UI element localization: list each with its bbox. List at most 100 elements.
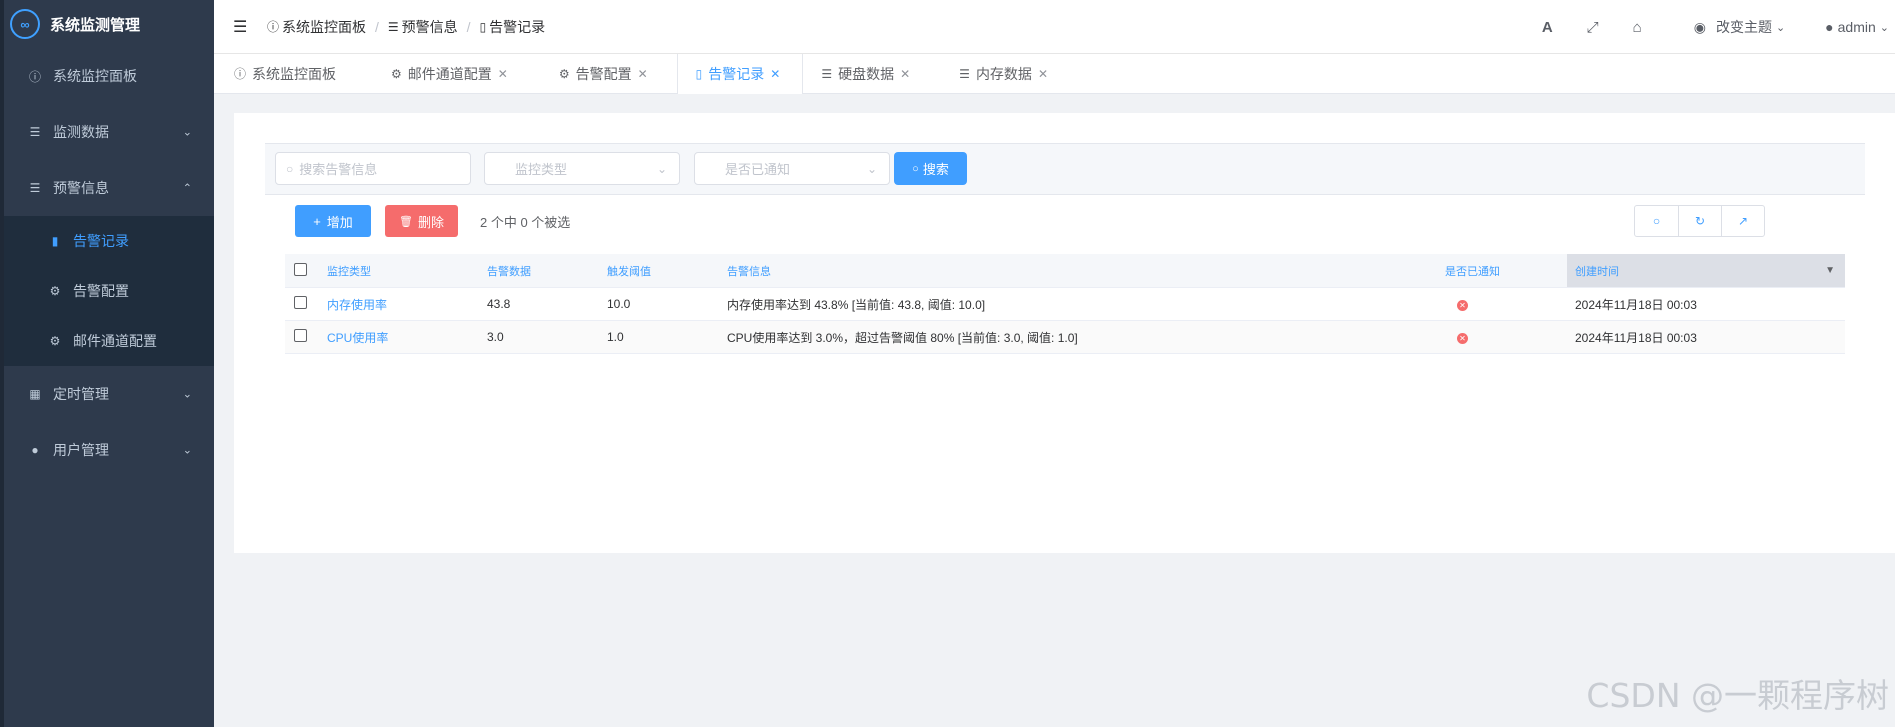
chevron-down-icon: ⌄ bbox=[656, 161, 667, 176]
sidebar-submenu-alert: ▮ 告警记录 ⚙ 告警配置 ⚙ 邮件通道配置 bbox=[0, 216, 214, 366]
sidebar-item-users[interactable]: ● 用户管理 ⌄ bbox=[0, 422, 214, 478]
breadcrumb-item[interactable]: 预警信息 bbox=[402, 17, 458, 37]
sidebar-item-label: 告警配置 bbox=[73, 283, 129, 299]
tab-mail-config[interactable]: ⚙ 邮件通道配置 ✕ bbox=[373, 54, 541, 93]
tab-alert-records[interactable]: ▯ 告警记录 ✕ bbox=[676, 54, 804, 94]
monitor-type-select[interactable]: 监控类型 ⌄ bbox=[484, 152, 680, 185]
refresh-icon[interactable]: ↻ bbox=[1678, 206, 1721, 236]
row-checkbox[interactable] bbox=[294, 329, 307, 342]
monitor-type-text: 内存使用率 bbox=[327, 297, 388, 312]
add-button-label: 增加 bbox=[326, 214, 353, 230]
created-time-cell: 2024年11月18日 00:03 bbox=[1575, 330, 1697, 345]
column-header[interactable]: 监控类型 bbox=[319, 263, 479, 279]
not-notified-icon: ✕ bbox=[1457, 333, 1468, 344]
sidebar-item-alert-info[interactable]: ☰ 预警信息 ⌃ bbox=[0, 160, 214, 216]
tab-memory-data[interactable]: ☰ 内存数据 ✕ bbox=[941, 54, 1067, 93]
search-button-label: 搜索 bbox=[922, 162, 949, 177]
close-icon[interactable]: ✕ bbox=[1038, 67, 1048, 81]
created-time-cell: 2024年11月18日 00:03 bbox=[1575, 297, 1697, 312]
column-header[interactable]: 触发阈值 bbox=[599, 263, 719, 279]
close-icon[interactable]: ✕ bbox=[638, 67, 648, 81]
delete-button-label: 删除 bbox=[417, 214, 444, 230]
monitor-type-link[interactable]: 内存使用率 bbox=[319, 296, 479, 313]
search-toggle-icon[interactable]: ○ bbox=[1635, 206, 1678, 236]
table-header: 监控类型 告警数据 触发阈值 告警信息 是否已通知 创建时间 ▼ bbox=[285, 254, 1845, 288]
table-tools: ○ ↻ ↗ bbox=[1634, 205, 1765, 237]
top-navbar: ☰ ⓘ 系统监控面板 / ☰ 预警信息 / ▯ 告警记录 A ⤢ ⌂ ◉ 改变主… bbox=[214, 0, 1895, 54]
close-icon[interactable]: ✕ bbox=[900, 67, 910, 81]
breadcrumb-separator: / bbox=[375, 18, 379, 35]
notified-placeholder: 是否已通知 bbox=[725, 162, 791, 177]
app-logo[interactable]: ∞ 系统监测管理 bbox=[0, 0, 214, 48]
type-placeholder: 监控类型 bbox=[515, 162, 568, 177]
sidebar-item-monitor-data[interactable]: ☰ 监测数据 ⌄ bbox=[0, 104, 214, 160]
tab-label: 系统监控面板 bbox=[252, 65, 337, 82]
database-icon: ☰ bbox=[29, 181, 41, 195]
tab-alert-config[interactable]: ⚙ 告警配置 ✕ bbox=[541, 54, 677, 93]
sidebar-item-mail-config[interactable]: ⚙ 邮件通道配置 bbox=[0, 316, 214, 366]
selection-info: 2 个中 0 个被选 bbox=[480, 214, 571, 230]
navbar-actions: A ⤢ ⌂ ◉ 改变主题 ⌄ ● admin ⌄ bbox=[1530, 0, 1895, 54]
monitor-type-link[interactable]: CPU使用率 bbox=[319, 329, 479, 346]
table-toolbar: + 增加 🗑 删除 2 个中 0 个被选 bbox=[295, 205, 570, 237]
database-icon: ☰ bbox=[387, 19, 399, 34]
chevron-down-icon: ⌄ bbox=[1775, 21, 1786, 34]
search-bar: ○ 搜索告警信息 监控类型 ⌄ 是否已通知 ⌄ ○ 搜索 bbox=[265, 143, 1865, 195]
sidebar-item-schedule[interactable]: ▦ 定时管理 ⌄ bbox=[0, 366, 214, 422]
keyword-placeholder: 搜索告警信息 bbox=[299, 162, 378, 177]
column-header[interactable]: 告警数据 bbox=[479, 263, 599, 279]
keyword-search-input[interactable]: ○ 搜索告警信息 bbox=[275, 152, 471, 185]
info-circle-icon: ⓘ bbox=[267, 20, 280, 34]
delete-button[interactable]: 🗑 删除 bbox=[385, 205, 458, 237]
fullscreen-icon[interactable]: ⤢ bbox=[1587, 19, 1599, 36]
sidebar-item-dashboard[interactable]: ⓘ 系统监控面板 bbox=[0, 48, 214, 104]
export-icon[interactable]: ↗ bbox=[1721, 206, 1764, 236]
row-checkbox-cell bbox=[285, 329, 319, 345]
theme-label: 改变主题 bbox=[1715, 19, 1772, 35]
chevron-up-icon: ⌃ bbox=[182, 182, 192, 195]
close-icon[interactable]: ✕ bbox=[770, 67, 780, 81]
column-header[interactable]: 告警信息 bbox=[719, 263, 1437, 279]
notified-cell: ✕ bbox=[1437, 330, 1567, 344]
select-all-checkbox-cell bbox=[285, 262, 319, 279]
bookmark-icon: ▯ bbox=[479, 19, 487, 34]
gear-icon: ⚙ bbox=[391, 66, 402, 81]
palette-icon: ◉ bbox=[1693, 18, 1706, 35]
notified-select[interactable]: 是否已通知 ⌄ bbox=[694, 152, 890, 185]
content-card: ○ 搜索告警信息 监控类型 ⌄ 是否已通知 ⌄ ○ 搜索 + 增加 🗑 删除 2… bbox=[234, 113, 1895, 553]
select-all-checkbox[interactable] bbox=[294, 262, 307, 276]
column-header[interactable]: 是否已通知 bbox=[1437, 263, 1567, 279]
alert-table: 监控类型 告警数据 触发阈值 告警信息 是否已通知 创建时间 ▼ 内存使用率 4… bbox=[285, 254, 1845, 354]
column-header-sorted[interactable]: 创建时间 ▼ bbox=[1567, 254, 1845, 287]
font-size-icon[interactable]: A bbox=[1542, 19, 1553, 36]
sidebar-item-alert-records[interactable]: ▮ 告警记录 bbox=[0, 216, 214, 266]
close-icon[interactable]: ✕ bbox=[498, 67, 508, 81]
sidebar-item-label: 监测数据 bbox=[53, 124, 109, 140]
plus-icon: + bbox=[313, 213, 321, 229]
sidebar: ∞ 系统监测管理 ⓘ 系统监控面板 ☰ 监测数据 ⌄ ☰ 预警信息 ⌃ ▮ 告警… bbox=[0, 0, 214, 727]
hamburger-icon[interactable]: ☰ bbox=[233, 17, 263, 37]
table-row[interactable]: 内存使用率 43.8 10.0 内存使用率达到 43.8% [当前值: 43.8… bbox=[285, 288, 1845, 321]
breadcrumb-item[interactable]: 系统监控面板 bbox=[282, 17, 366, 37]
alert-message-cell: 内存使用率达到 43.8% [当前值: 43.8, 阈值: 10.0] bbox=[727, 297, 986, 312]
notified-cell: ✕ bbox=[1437, 297, 1567, 311]
search-button[interactable]: ○ 搜索 bbox=[894, 152, 967, 185]
home-icon[interactable]: ⌂ bbox=[1633, 19, 1642, 36]
breadcrumb-separator: / bbox=[466, 18, 471, 35]
table-row[interactable]: CPU使用率 3.0 1.0 CPU使用率达到 3.0%，超过告警阈值 80% … bbox=[285, 321, 1845, 354]
sidebar-item-label: 用户管理 bbox=[53, 442, 109, 458]
row-checkbox[interactable] bbox=[294, 296, 307, 309]
tab-disk-data[interactable]: ☰ 硬盘数据 ✕ bbox=[803, 54, 941, 93]
breadcrumb: ⓘ 系统监控面板 / ☰ 预警信息 / ▯ 告警记录 bbox=[267, 17, 545, 37]
tab-dashboard[interactable]: ⓘ 系统监控面板 bbox=[214, 54, 373, 93]
breadcrumb-item: 告警记录 bbox=[489, 18, 546, 35]
user-icon: ● bbox=[31, 443, 39, 457]
theme-switcher[interactable]: ◉ 改变主题 ⌄ bbox=[1694, 17, 1785, 37]
chevron-down-icon: ⌄ bbox=[182, 388, 192, 401]
user-menu[interactable]: ● admin ⌄ bbox=[1825, 19, 1889, 35]
sidebar-item-alert-config[interactable]: ⚙ 告警配置 bbox=[0, 266, 214, 316]
gear-icon: ⚙ bbox=[49, 334, 61, 348]
sidebar-item-label: 邮件通道配置 bbox=[73, 333, 157, 349]
threshold-cell: 1.0 bbox=[607, 330, 624, 344]
add-button[interactable]: + 增加 bbox=[295, 205, 371, 237]
